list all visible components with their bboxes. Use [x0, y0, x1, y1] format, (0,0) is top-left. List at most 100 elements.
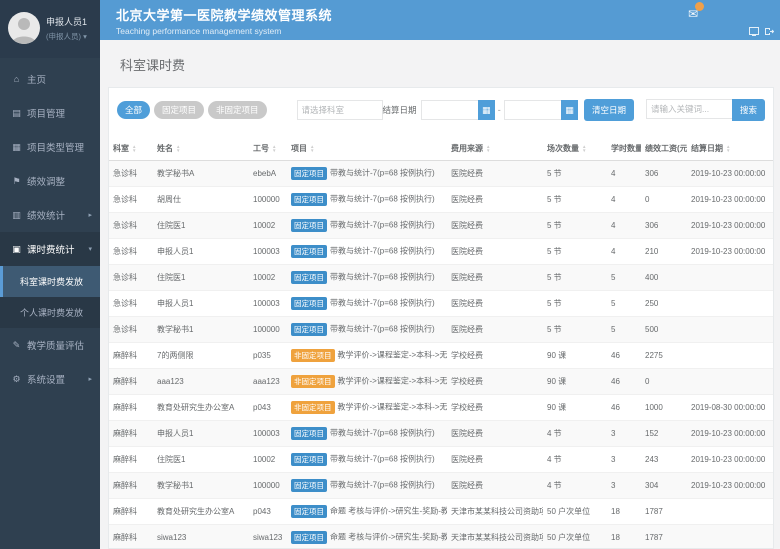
cell-quantity: 4 节: [543, 421, 607, 447]
flag-icon: ⚑: [10, 176, 23, 187]
sidebar-item[interactable]: ✎ 教学质量评估: [0, 328, 100, 362]
user-silhouette-icon: [8, 12, 40, 44]
sidebar-item[interactable]: ⚙系统设置▸: [0, 362, 100, 396]
filter-all-button[interactable]: 全部: [117, 101, 150, 119]
fullscreen-icon[interactable]: [749, 27, 759, 36]
sidebar-item[interactable]: ▦项目类型管理: [0, 130, 100, 164]
sidebar-subitem[interactable]: 个人课时费发放: [0, 297, 100, 328]
cell-fee-source: 天津市某某科技公司资助项目: [447, 499, 543, 525]
column-header[interactable]: 工号▲▼: [249, 137, 287, 161]
filter-fixed-button[interactable]: 固定项目: [154, 101, 204, 119]
user-role-dropdown[interactable]: (申报人员) ▾: [46, 31, 87, 42]
cell-project: 固定项目带教与统计-7(p=68 按例执行): [287, 161, 447, 187]
calendar-icon[interactable]: ▦: [561, 100, 578, 120]
column-header[interactable]: 学时数量▲▼: [607, 137, 641, 161]
cell-project: 非固定项目教学评价->课程鉴定->本科->无接替人: [287, 369, 447, 395]
project-type-badge: 固定项目: [291, 193, 327, 206]
cell-hours: 3: [607, 473, 641, 499]
logout-icon[interactable]: [764, 27, 774, 36]
page-title: 科室课时费: [108, 40, 774, 87]
search-button[interactable]: 搜索: [732, 99, 765, 121]
project-type-badge: 非固定项目: [291, 349, 335, 362]
filter-nonfixed-button[interactable]: 非固定项目: [208, 101, 267, 119]
cell-pay: 0: [641, 369, 687, 395]
project-type-badge: 固定项目: [291, 479, 327, 492]
cell-fee-source: 学校经费: [447, 395, 543, 421]
project-description: 带教与统计-7(p=68 按例执行): [330, 455, 435, 464]
sort-icon[interactable]: ▲▼: [272, 145, 276, 153]
cell-department: 急诊科: [109, 161, 153, 187]
cell-fee-source: 医院经费: [447, 447, 543, 473]
cell-hours: 18: [607, 499, 641, 525]
column-header-label: 项目: [291, 144, 307, 153]
sort-icon[interactable]: ▲▼: [486, 145, 490, 153]
sidebar-item[interactable]: ▣课时费统计▾: [0, 232, 100, 266]
sidebar-item-label: 教学质量评估: [27, 338, 84, 352]
table-row: 麻醉科教学秘书1100000固定项目带教与统计-7(p=68 按例执行)医院经费…: [109, 473, 773, 499]
project-description: 带教与统计-7(p=68 按例执行): [330, 195, 435, 204]
project-type-badge: 固定项目: [291, 245, 327, 258]
sidebar-item-label: 课时费统计: [27, 242, 75, 256]
cell-settlement-date: [687, 369, 773, 395]
sidebar-item[interactable]: ▥绩效统计▸: [0, 198, 100, 232]
cell-department: 麻醉科: [109, 447, 153, 473]
topbar: 北京大学第一医院教学绩效管理系统 Teaching performance ma…: [100, 0, 780, 40]
search-input[interactable]: [646, 99, 732, 119]
department-select[interactable]: [297, 100, 383, 120]
cell-quantity: 5 节: [543, 291, 607, 317]
cell-settlement-date: 2019-10-23 00:00:00: [687, 161, 773, 187]
cell-department: 麻醉科: [109, 473, 153, 499]
calendar-icon[interactable]: ▦: [478, 100, 495, 120]
cell-fee-source: 医院经费: [447, 473, 543, 499]
cell-name: aaa123: [153, 369, 249, 395]
cell-hours: 4: [607, 239, 641, 265]
sort-icon[interactable]: ▲▼: [582, 145, 586, 153]
clear-date-button[interactable]: 清空日期: [584, 99, 634, 121]
sort-icon[interactable]: ▲▼: [726, 145, 730, 153]
cell-name: 教学秘书1: [153, 317, 249, 343]
cell-employee-id: aaa123: [249, 369, 287, 395]
column-header[interactable]: 场次数量▲▼: [543, 137, 607, 161]
cell-department: 急诊科: [109, 187, 153, 213]
sort-icon[interactable]: ▲▼: [310, 145, 314, 153]
cell-name: 住院医1: [153, 265, 249, 291]
column-header[interactable]: 项目▲▼: [287, 137, 447, 161]
sidebar-item[interactable]: ⚑ 绩效调整: [0, 164, 100, 198]
cell-pay: 400: [641, 265, 687, 291]
column-header[interactable]: 姓名▲▼: [153, 137, 249, 161]
cell-pay: 250: [641, 291, 687, 317]
column-header[interactable]: 科室▲▼: [109, 137, 153, 161]
project-description: 带教与统计-7(p=68 按例执行): [330, 169, 435, 178]
table-row: 麻醉科住院医110002固定项目带教与统计-7(p=68 按例执行)医院经费4 …: [109, 447, 773, 473]
sidebar-subitem[interactable]: 科室课时费发放: [0, 266, 100, 297]
cell-department: 麻醉科: [109, 421, 153, 447]
cell-hours: 5: [607, 265, 641, 291]
grid-icon: ▦: [10, 142, 23, 153]
column-header-label: 场次数量: [547, 144, 579, 153]
column-header[interactable]: 绩效工资(元)▲▼: [641, 137, 687, 161]
sidebar-item[interactable]: ⌂主页: [0, 62, 100, 96]
cell-pay: 1000: [641, 395, 687, 421]
column-header[interactable]: 结算日期▲▼: [687, 137, 773, 161]
edit-icon: ✎: [10, 340, 23, 351]
sidebar-item[interactable]: ▤项目管理: [0, 96, 100, 130]
messages-button[interactable]: ✉: [688, 5, 698, 23]
cell-project: 固定项目带教与统计-7(p=68 按例执行): [287, 317, 447, 343]
cell-settlement-date: 2019-10-23 00:00:00: [687, 213, 773, 239]
cell-quantity: 5 节: [543, 239, 607, 265]
column-header[interactable]: 费用来源▲▼: [447, 137, 543, 161]
sidebar-item-label: 绩效调整: [27, 174, 65, 188]
project-type-badge: 固定项目: [291, 453, 327, 466]
column-header-label: 绩效工资(元): [645, 144, 687, 153]
cell-project: 非固定项目教学评价->课程鉴定->本科->无接替人: [287, 343, 447, 369]
project-description: 教学评价->课程鉴定->本科->无接替人: [338, 377, 448, 386]
cell-hours: 3: [607, 447, 641, 473]
sort-icon[interactable]: ▲▼: [176, 145, 180, 153]
chevron-down-icon: ▾: [88, 245, 92, 253]
cell-settlement-date: [687, 343, 773, 369]
sort-icon[interactable]: ▲▼: [132, 145, 136, 153]
cell-employee-id: p035: [249, 343, 287, 369]
project-description: 带教与统计-7(p=68 按例执行): [330, 481, 435, 490]
cell-name: siwa123: [153, 525, 249, 549]
cell-department: 急诊科: [109, 317, 153, 343]
